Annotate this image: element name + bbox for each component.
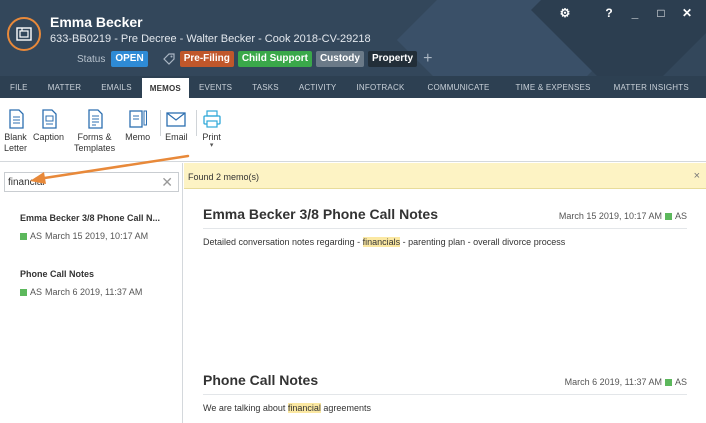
forms-templates-button[interactable]: Forms & Templates: [74, 98, 115, 154]
status-square-icon: [20, 232, 27, 240]
main-nav: FILE MATTER EMAILS MEMOS EVENTS TASKS AC…: [0, 76, 706, 98]
client-name: Emma Becker: [50, 14, 143, 30]
print-dropdown-icon[interactable]: ▾: [210, 142, 214, 149]
envelope-icon: [166, 112, 186, 127]
matter-header: Emma Becker 633-BB0219 - Pre Decree - Wa…: [0, 0, 706, 76]
status-square-icon: [664, 378, 672, 386]
status-badge[interactable]: OPEN: [111, 51, 148, 67]
status-row: Status OPEN Pre-Filing Child Support Cus…: [50, 51, 432, 67]
minimize-button[interactable]: _: [622, 6, 648, 22]
template-icon: [87, 109, 103, 129]
help-icon[interactable]: ?: [596, 6, 622, 22]
forms-label-1: Forms &: [77, 132, 112, 142]
toolbar-divider: [195, 110, 197, 136]
print-button[interactable]: Print ▾: [201, 98, 223, 149]
matter-number: 633-BB0219 - Pre Decree - Walter Becker …: [50, 33, 371, 45]
memo-initials: AS: [674, 377, 687, 387]
add-tag-button[interactable]: +: [423, 51, 432, 67]
tag-custody[interactable]: Custody: [315, 51, 364, 67]
found-count: Found 2 memo(s): [188, 172, 260, 182]
search-highlight: financials: [362, 237, 401, 247]
tab-matter[interactable]: MATTER: [38, 76, 92, 98]
caption-button[interactable]: Caption: [33, 98, 64, 143]
caption-label: Caption: [33, 132, 65, 142]
annotation-arrow-icon: [30, 154, 190, 184]
matter-avatar-icon[interactable]: [7, 17, 41, 51]
caption-document-icon: [41, 109, 57, 129]
tab-emails[interactable]: EMAILS: [91, 76, 142, 98]
folder-icon: [16, 27, 32, 41]
printer-icon: [202, 110, 221, 128]
toolbar-divider: [160, 110, 162, 136]
tab-matter-insights[interactable]: MATTER INSIGHTS: [604, 76, 699, 98]
blank-letter-button[interactable]: Blank Letter: [4, 98, 27, 154]
tab-communicate[interactable]: COMMUNICATE: [414, 76, 502, 98]
memo-list-initials: AS: [30, 287, 43, 297]
blank-letter-label-1: Blank: [4, 132, 27, 142]
memo-initials: AS: [674, 211, 687, 221]
tag-child-support[interactable]: Child Support: [237, 51, 312, 67]
settings-gear-icon[interactable]: ⚙: [552, 6, 578, 22]
memo-icon: [128, 110, 147, 128]
email-label: Email: [165, 132, 188, 142]
tab-tasks[interactable]: TASKS: [242, 76, 289, 98]
status-square-icon: [664, 212, 672, 220]
memo-body: Detailed conversation notes regarding - …: [203, 237, 566, 247]
tag-pre-filing[interactable]: Pre-Filing: [179, 51, 234, 67]
tab-events[interactable]: EVENTS: [189, 76, 242, 98]
tab-file[interactable]: FILE: [0, 76, 38, 98]
memo-list-date: March 6 2019, 11:37 AM: [45, 287, 143, 297]
tab-infotrack[interactable]: INFOTRACK: [346, 76, 414, 98]
memo-body: We are talking about financial agreement…: [203, 403, 371, 413]
search-results-banner: Found 2 memo(s) ×: [184, 163, 706, 189]
close-window-button[interactable]: ✕: [674, 6, 700, 22]
memo-title[interactable]: Emma Becker 3/8 Phone Call Notes: [203, 206, 438, 222]
memo-card: Emma Becker 3/8 Phone Call Notes March 1…: [203, 206, 687, 247]
memo-list-date: March 15 2019, 10:17 AM: [45, 231, 149, 241]
maximize-button[interactable]: □: [648, 6, 674, 22]
tag-icon: [162, 53, 175, 65]
memo-button[interactable]: Memo: [125, 98, 150, 143]
memo-date: March 15 2019, 10:17 AM: [558, 211, 662, 221]
search-highlight: financial: [287, 403, 321, 413]
tab-memos[interactable]: MEMOS: [141, 76, 189, 98]
memo-date: March 6 2019, 11:37 AM: [564, 377, 662, 387]
tab-time-expenses[interactable]: TIME & EXPENSES: [503, 76, 604, 98]
window-controls: ⚙ ? _ □ ✕: [552, 6, 700, 22]
memo-card: Phone Call Notes March 6 2019, 11:37 AM …: [203, 372, 687, 413]
memo-list-title: Emma Becker 3/8 Phone Call N...: [20, 213, 161, 223]
email-button[interactable]: Email: [165, 98, 188, 143]
list-item[interactable]: Emma Becker 3/8 Phone Call N... AS March…: [20, 213, 180, 241]
tab-activity[interactable]: ACTIVITY: [289, 76, 347, 98]
memo-list-initials: AS: [30, 231, 43, 241]
memo-list-title: Phone Call Notes: [20, 269, 95, 279]
memo-label: Memo: [125, 132, 151, 142]
close-banner-icon[interactable]: ×: [694, 170, 700, 182]
document-icon: [8, 109, 24, 129]
memo-list-panel: ✕ Emma Becker 3/8 Phone Call N... AS Mar…: [0, 163, 183, 423]
tag-property[interactable]: Property: [367, 51, 418, 67]
status-label: Status: [77, 53, 106, 65]
status-square-icon: [20, 288, 27, 296]
list-item[interactable]: Phone Call Notes AS March 6 2019, 11:37 …: [20, 269, 180, 297]
memo-title[interactable]: Phone Call Notes: [203, 372, 318, 388]
